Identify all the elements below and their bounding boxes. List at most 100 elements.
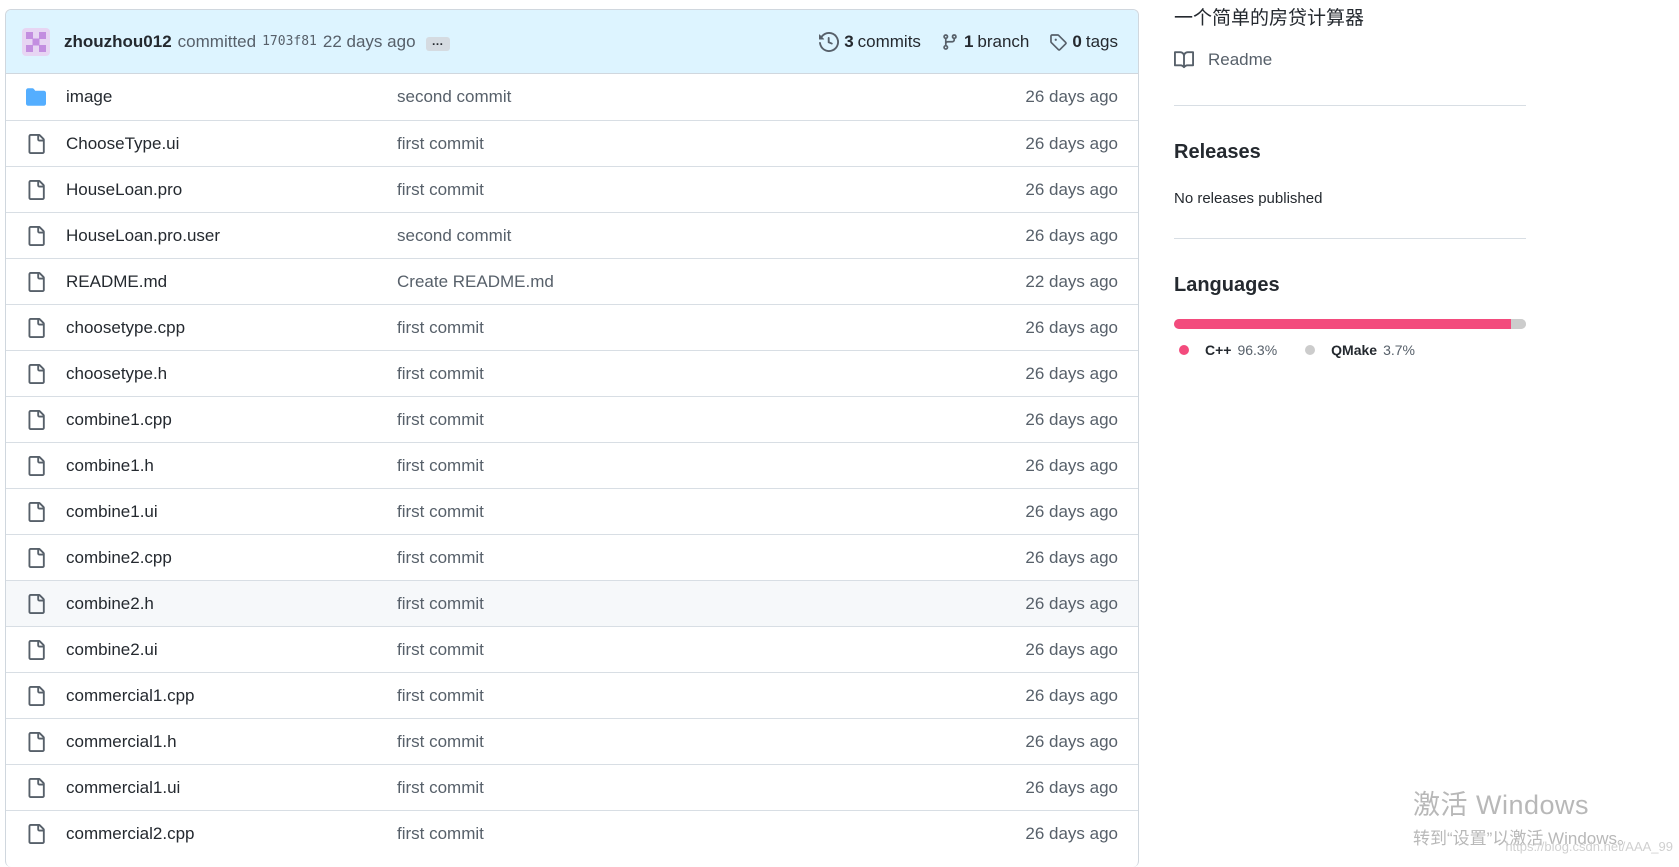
- file-icon: [26, 824, 46, 844]
- file-name-link[interactable]: combine1.h: [66, 456, 154, 476]
- commit-age: 26 days ago: [1025, 639, 1118, 659]
- commit-age: 22 days ago: [1025, 271, 1118, 291]
- commit-message-link[interactable]: first commit: [397, 134, 484, 154]
- file-name-link[interactable]: ChooseType.ui: [66, 134, 179, 154]
- commit-message-link[interactable]: first commit: [397, 594, 484, 614]
- language-item[interactable]: QMake 3.7%: [1305, 342, 1415, 358]
- commit-message-link[interactable]: first commit: [397, 778, 484, 798]
- file-row[interactable]: combine1.cpp first commit 26 days ago: [6, 396, 1138, 442]
- file-row[interactable]: choosetype.cpp first commit 26 days ago: [6, 304, 1138, 350]
- file-name-link[interactable]: combine2.h: [66, 594, 154, 614]
- file-icon: [26, 272, 46, 292]
- file-name-link[interactable]: combine2.ui: [66, 640, 158, 660]
- file-name-link[interactable]: commercial2.cpp: [66, 824, 195, 844]
- commits-link[interactable]: 3 commits: [819, 32, 921, 52]
- commit-age: 26 days ago: [1025, 363, 1118, 383]
- commit-sha-link[interactable]: 1703f81: [262, 34, 317, 49]
- commit-verb: committed: [177, 31, 257, 51]
- file-name-link[interactable]: commercial1.h: [66, 732, 177, 752]
- file-row[interactable]: combine1.h first commit 26 days ago: [6, 442, 1138, 488]
- file-icon: [26, 318, 46, 338]
- commit-message-link[interactable]: first commit: [397, 548, 484, 568]
- commit-age: 26 days ago: [1025, 823, 1118, 843]
- file-name-link[interactable]: combine1.cpp: [66, 410, 172, 430]
- file-name-link[interactable]: choosetype.cpp: [66, 318, 185, 338]
- file-name-link[interactable]: choosetype.h: [66, 364, 167, 384]
- file-name-link[interactable]: commercial1.cpp: [66, 686, 195, 706]
- book-icon: [1174, 51, 1194, 69]
- file-row[interactable]: choosetype.h first commit 26 days ago: [6, 350, 1138, 396]
- file-name-link[interactable]: commercial1.ui: [66, 778, 180, 798]
- file-row[interactable]: README.md Create README.md 22 days ago: [6, 258, 1138, 304]
- file-icon: [28, 134, 45, 154]
- commit-age: 26 days ago: [1025, 547, 1118, 567]
- tags-link[interactable]: 0 tags: [1049, 32, 1118, 52]
- commit-message-link[interactable]: first commit: [397, 502, 484, 522]
- commit-age: 26 days ago: [1025, 317, 1118, 337]
- language-item[interactable]: C++ 96.3%: [1179, 342, 1277, 358]
- commit-message-link[interactable]: first commit: [397, 640, 484, 660]
- avatar[interactable]: [22, 27, 50, 56]
- commit-message-link[interactable]: first commit: [397, 364, 484, 384]
- file-row[interactable]: HouseLoan.pro first commit 26 days ago: [6, 166, 1138, 212]
- commit-message-link[interactable]: first commit: [397, 686, 484, 706]
- file-name-link[interactable]: combine1.ui: [66, 502, 158, 522]
- file-icon: [26, 180, 46, 200]
- commit-message-link[interactable]: second commit: [397, 87, 511, 107]
- branch-label: branch: [977, 31, 1030, 51]
- commit-message-link[interactable]: first commit: [397, 824, 484, 844]
- commit-message-link[interactable]: first commit: [397, 732, 484, 752]
- file-row[interactable]: image second commit 26 days ago: [6, 74, 1138, 120]
- readme-link[interactable]: Readme: [1174, 50, 1272, 70]
- file-name-link[interactable]: HouseLoan.pro: [66, 180, 182, 200]
- sidebar-divider: [1174, 105, 1526, 106]
- file-name-link[interactable]: image: [66, 87, 112, 107]
- file-icon: [26, 364, 46, 384]
- file-row[interactable]: combine2.h first commit 26 days ago: [6, 580, 1138, 626]
- file-icon: [26, 732, 46, 752]
- commit-message-link[interactable]: first commit: [397, 180, 484, 200]
- file-name-link[interactable]: HouseLoan.pro.user: [66, 226, 220, 246]
- commit-age: 26 days ago: [1025, 409, 1118, 429]
- commit-message-link[interactable]: first commit: [397, 456, 484, 476]
- commit-message-link[interactable]: first commit: [397, 410, 484, 430]
- file-row[interactable]: ChooseType.ui first commit 26 days ago: [6, 120, 1138, 166]
- language-bar-segment: [1174, 319, 1512, 329]
- language-bar-segment: [1513, 319, 1526, 329]
- commit-author-link[interactable]: zhouzhou012: [64, 32, 172, 52]
- file-row[interactable]: commercial1.ui first commit 26 days ago: [6, 764, 1138, 810]
- releases-title[interactable]: Releases: [1174, 141, 1261, 164]
- file-row[interactable]: commercial1.h first commit 26 days ago: [6, 718, 1138, 764]
- file-icon: [28, 318, 45, 338]
- commit-time: 22 days ago: [322, 31, 416, 51]
- commit-message-link[interactable]: second commit: [397, 226, 511, 246]
- commit-age: 26 days ago: [1025, 179, 1118, 199]
- file-row[interactable]: combine2.cpp first commit 26 days ago: [6, 534, 1138, 580]
- file-name-link[interactable]: combine2.cpp: [66, 548, 172, 568]
- file-row[interactable]: commercial1.cpp first commit 26 days ago: [6, 672, 1138, 718]
- file-icon: [26, 226, 46, 246]
- file-name-link[interactable]: README.md: [66, 272, 167, 292]
- commit-message-expand-button[interactable]: …: [425, 35, 450, 51]
- branches-link[interactable]: 1 branch: [941, 32, 1029, 52]
- languages-progress-bar: [1174, 319, 1526, 329]
- repo-description: 一个简单的房贷计算器: [1174, 8, 1365, 29]
- file-icon: [28, 364, 45, 384]
- file-row[interactable]: combine2.ui first commit 26 days ago: [6, 626, 1138, 672]
- file-row[interactable]: commercial2.cpp first commit 26 days ago: [6, 810, 1138, 856]
- commit-age: 26 days ago: [1025, 225, 1118, 245]
- branch-count: 1: [963, 31, 974, 51]
- commit-age: 26 days ago: [1025, 455, 1118, 475]
- file-row[interactable]: HouseLoan.pro.user second commit 26 days a…: [6, 212, 1138, 258]
- commit-message-link[interactable]: Create README.md: [397, 272, 554, 292]
- file-icon: [28, 272, 45, 292]
- file-row[interactable]: combine1.ui first commit 26 days ago: [6, 488, 1138, 534]
- file-icon: [26, 778, 46, 798]
- file-icon: [28, 686, 45, 706]
- commit-message-link[interactable]: first commit: [397, 318, 484, 338]
- branch-icon: [943, 33, 957, 50]
- language-color-dot: [1305, 345, 1316, 355]
- commit-age: 26 days ago: [1025, 501, 1118, 521]
- file-icon: [28, 594, 45, 614]
- file-icon: [26, 548, 46, 568]
